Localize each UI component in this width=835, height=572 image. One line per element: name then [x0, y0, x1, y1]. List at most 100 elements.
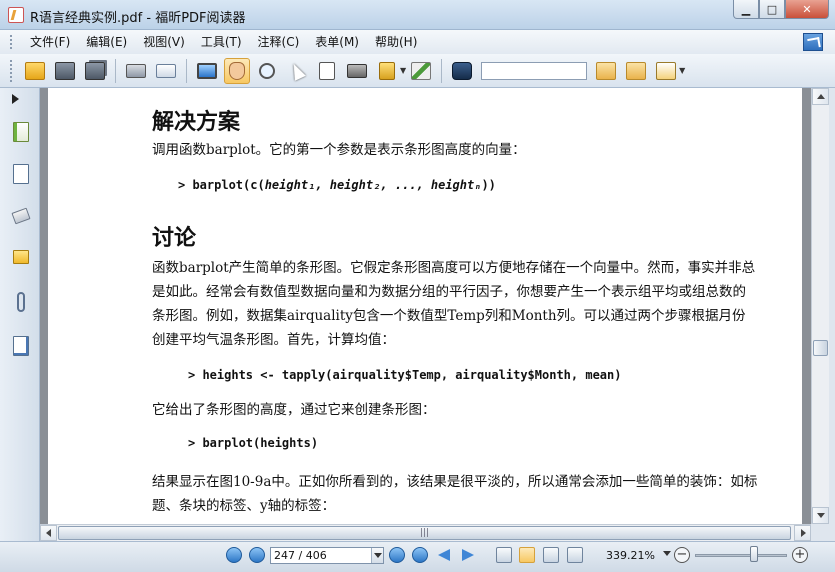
- facing-view-button[interactable]: [543, 547, 559, 563]
- scroll-up-button[interactable]: [812, 88, 829, 105]
- vertical-scroll-thumb[interactable]: [813, 340, 828, 356]
- properties-button[interactable]: [153, 58, 179, 84]
- print-button[interactable]: [123, 58, 149, 84]
- app-icon: [8, 7, 24, 23]
- pen-icon: [411, 61, 432, 80]
- arrow-cursor-icon: [288, 60, 306, 81]
- document-view[interactable]: 解决方案 调用函数barplot。它的第一个参数是表示条形图高度的向量： > b…: [40, 88, 811, 524]
- paperclip-icon: [17, 292, 25, 312]
- highlight-icon: [656, 61, 677, 80]
- toolbar-separator: [115, 58, 116, 83]
- zoom-slider-track[interactable]: [695, 554, 787, 557]
- paragraph-solution: 调用函数barplot。它的第一个参数是表示条形图高度的向量：: [152, 142, 526, 158]
- next-page-button[interactable]: [389, 547, 405, 563]
- zoom-tool-button[interactable]: [254, 58, 280, 84]
- single-page-view-button[interactable]: [496, 547, 512, 563]
- paragraph-heights: 它给出了条形图的高度，通过它来创建条形图：: [152, 402, 436, 418]
- last-page-button[interactable]: [412, 547, 428, 563]
- bookmarks-icon: [13, 122, 29, 142]
- toolbar-separator: [441, 58, 443, 83]
- zoom-level[interactable]: 339.21%: [606, 549, 655, 562]
- scroll-down-button[interactable]: [812, 507, 829, 524]
- toolbar-grip[interactable]: [10, 59, 14, 82]
- zoom-out-button[interactable]: −: [674, 547, 690, 563]
- toolbar: ▼ ▼: [0, 54, 835, 88]
- highlight-dropdown-icon[interactable]: ▼: [679, 66, 685, 75]
- security-dropdown-icon[interactable]: ▼: [400, 66, 406, 75]
- vertical-scrollbar[interactable]: [811, 88, 829, 524]
- horizontal-scrollbar[interactable]: |||: [40, 524, 811, 541]
- fullscreen-button[interactable]: [194, 58, 220, 84]
- zoom-in-button[interactable]: +: [792, 547, 808, 563]
- horizontal-scroll-thumb[interactable]: |||: [58, 526, 791, 540]
- menu-file[interactable]: 文件(F): [22, 30, 78, 54]
- scroll-left-button[interactable]: [40, 525, 57, 541]
- text-select-button[interactable]: [314, 58, 340, 84]
- code-barplot-heights: > barplot(c(height₁, height₂, ..., heigh…: [178, 178, 496, 192]
- menu-tools[interactable]: 工具(T): [193, 30, 250, 54]
- menu-form[interactable]: 表单(M): [307, 30, 367, 54]
- scroll-right-button[interactable]: [794, 525, 811, 541]
- snapshot-button[interactable]: [344, 58, 370, 84]
- search-input[interactable]: [481, 61, 588, 80]
- window-controls: ▁ □ ✕: [733, 0, 829, 20]
- layers-tab[interactable]: [10, 204, 32, 228]
- pdf-page[interactable]: 解决方案 调用函数barplot。它的第一个参数是表示条形图高度的向量： > b…: [48, 88, 802, 524]
- hand-icon: [229, 61, 245, 80]
- save-all-icon: [85, 61, 105, 80]
- typewriter-button[interactable]: [408, 58, 434, 84]
- continuous-view-button[interactable]: [519, 547, 535, 563]
- panel-expand-icon[interactable]: [12, 94, 19, 104]
- zoom-dropdown-icon[interactable]: [663, 551, 671, 556]
- close-button[interactable]: ✕: [785, 0, 829, 19]
- find-next-button[interactable]: [623, 58, 649, 84]
- minimize-button[interactable]: ▁: [733, 0, 759, 19]
- select-tool-button[interactable]: [284, 58, 310, 84]
- save-button[interactable]: [52, 58, 78, 84]
- lock-icon: [379, 61, 395, 80]
- monitor-icon: [197, 62, 217, 79]
- zoom-slider-thumb[interactable]: [750, 546, 758, 562]
- save-all-button[interactable]: [82, 58, 108, 84]
- go-forward-button[interactable]: [460, 547, 476, 563]
- bookmarks-tab[interactable]: [10, 120, 32, 144]
- security-button[interactable]: [374, 58, 400, 84]
- find-button[interactable]: [449, 58, 475, 84]
- properties-icon: [156, 63, 176, 78]
- menu-comment[interactable]: 注释(C): [250, 30, 308, 54]
- pages-icon: [13, 164, 29, 184]
- paragraph-discussion: 函数barplot产生简单的条形图。它假定条形图高度可以方便地存储在一个向量中。…: [152, 260, 756, 348]
- signatures-tab[interactable]: [10, 334, 32, 358]
- printer-icon: [126, 63, 146, 78]
- find-previous-button[interactable]: [593, 58, 619, 84]
- menu-view[interactable]: 视图(V): [135, 30, 193, 54]
- menu-help[interactable]: 帮助(H): [367, 30, 425, 54]
- text-select-icon: [319, 61, 335, 80]
- hand-tool-button[interactable]: [224, 57, 250, 84]
- title-bar: R语言经典实例.pdf - 福昕PDF阅读器 ▁ □ ✕: [0, 0, 835, 30]
- pages-tab[interactable]: [10, 162, 32, 186]
- highlight-button[interactable]: [653, 58, 679, 84]
- open-button[interactable]: [22, 58, 48, 84]
- maximize-button[interactable]: □: [759, 0, 785, 19]
- code-tapply: > heights <- tapply(airquality$Temp, air…: [188, 368, 622, 382]
- attachments-tab[interactable]: [10, 290, 32, 314]
- continuous-facing-view-button[interactable]: [567, 547, 583, 563]
- status-bar: 247 / 406 339.21% − +: [0, 541, 835, 572]
- menu-grip[interactable]: [10, 35, 14, 49]
- restore-layout-icon[interactable]: [803, 33, 823, 51]
- find-previous-icon: [596, 61, 617, 80]
- camera-icon: [347, 63, 367, 78]
- previous-page-button[interactable]: [249, 547, 265, 563]
- first-page-button[interactable]: [226, 547, 242, 563]
- menu-edit[interactable]: 编辑(E): [78, 30, 135, 54]
- go-back-button[interactable]: [436, 547, 452, 563]
- code-args: height₁, height₂, ..., heightₙ: [264, 178, 482, 192]
- layers-icon: [11, 207, 31, 225]
- find-next-icon: [626, 61, 647, 80]
- comments-tab[interactable]: [10, 248, 32, 272]
- folder-icon: [25, 61, 45, 80]
- page-number-field[interactable]: 247 / 406: [270, 547, 384, 564]
- page-dropdown-icon[interactable]: [371, 548, 383, 563]
- code-prefix: > barplot(c(: [178, 178, 265, 192]
